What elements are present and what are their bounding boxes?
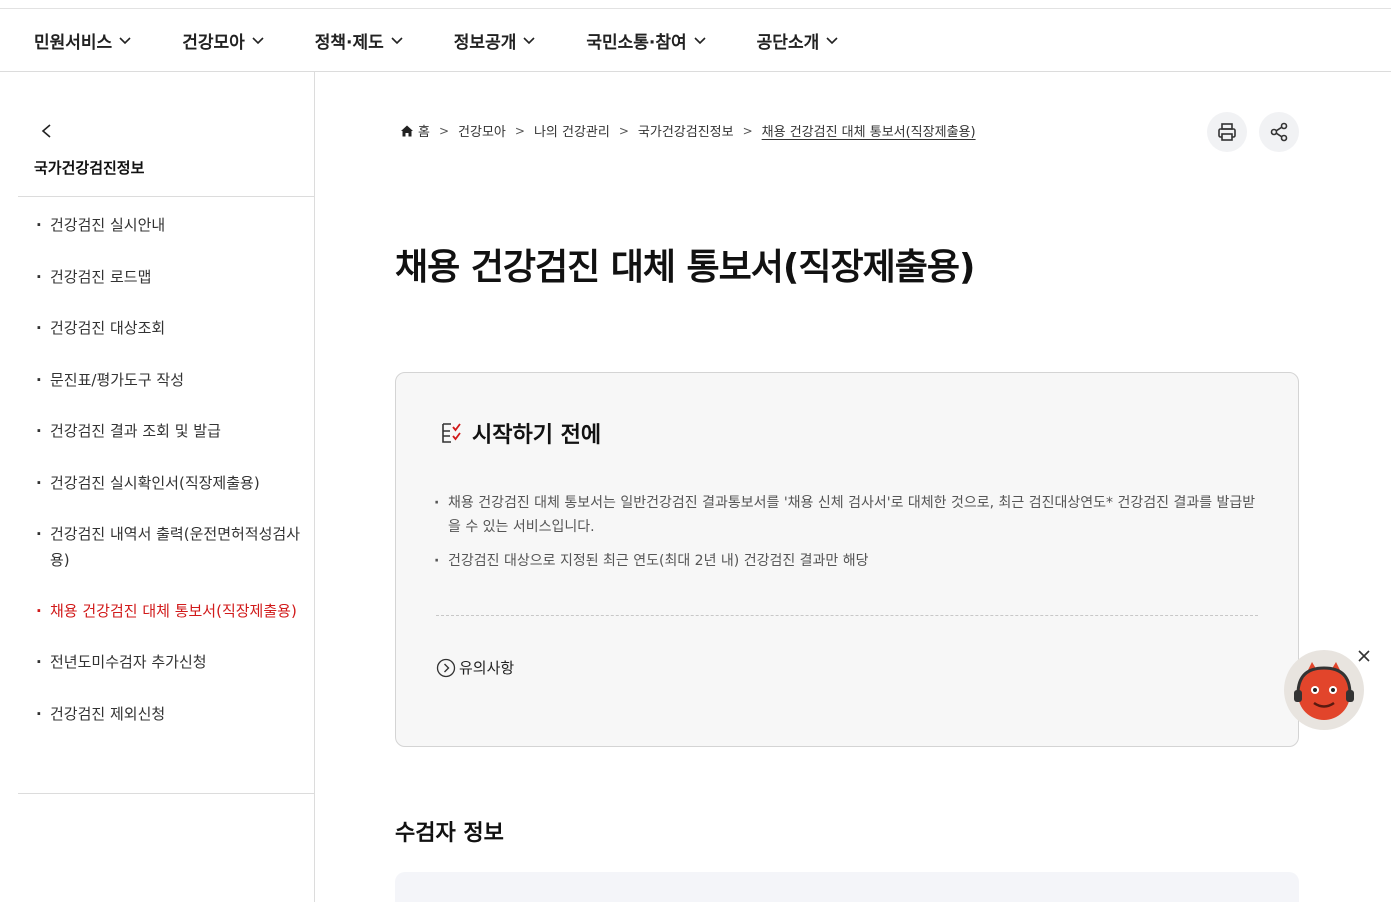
page-title: 채용 건강검진 대체 통보서(직장제출용) bbox=[395, 247, 975, 288]
breadcrumb-item[interactable]: 국가건강검진정보 bbox=[638, 121, 734, 140]
section-title: 수검자 정보 bbox=[395, 821, 504, 846]
global-nav: 민원서비스 건강모아 정책·제도 정보공개 국민소통·참여 공단소개 bbox=[0, 9, 1391, 72]
info-bullet: 건강검진 대상으로 지정된 최근 연도(최대 2년 내) 건강검진 결과만 해당 bbox=[434, 549, 1258, 573]
sidebar-item-eligibility[interactable]: 건강검진 대상조회 bbox=[34, 315, 304, 341]
breadcrumb: 홈 > 건강모아 > 나의 건강관리 > 국가건강검진정보 > 채용 건강검진 … bbox=[400, 121, 976, 140]
chevron-down-icon bbox=[391, 37, 403, 45]
chevron-down-icon bbox=[252, 37, 264, 45]
chevron-right-icon: > bbox=[618, 123, 629, 138]
sidebar-item-additional-request[interactable]: 전년도미수검자 추가신청 bbox=[34, 649, 304, 675]
sidebar-divider bbox=[18, 793, 314, 794]
sidebar-item-results[interactable]: 건강검진 결과 조회 및 발급 bbox=[34, 418, 304, 444]
sidebar-item-questionnaire[interactable]: 문진표/평가도구 작성 bbox=[34, 367, 304, 393]
checklist-icon bbox=[442, 423, 461, 443]
gnb-item-label: 건강모아 bbox=[182, 32, 245, 53]
sidebar-item-exclusion[interactable]: 건강검진 제외신청 bbox=[34, 701, 304, 727]
gnb-item-civil-service[interactable]: 민원서비스 bbox=[34, 28, 132, 53]
sidebar-menu: 건강검진 실시안내 건강검진 로드맵 건강검진 대상조회 문진표/평가도구 작성… bbox=[34, 212, 304, 727]
notice-label: 유의사항 bbox=[459, 659, 515, 677]
chevron-right-icon: > bbox=[742, 123, 753, 138]
printer-icon bbox=[1218, 123, 1236, 141]
gnb-item-label: 정책·제도 bbox=[314, 32, 384, 53]
info-box: 시작하기 전에 채용 건강검진 대체 통보서는 일반건강검진 결과통보서를 '채… bbox=[395, 372, 1299, 747]
sidebar-item-roadmap[interactable]: 건강검진 로드맵 bbox=[34, 264, 304, 290]
home-icon bbox=[401, 125, 413, 136]
share-icon bbox=[1270, 122, 1288, 142]
chevron-down-icon bbox=[694, 37, 706, 45]
chevron-down-icon bbox=[826, 37, 838, 45]
sidebar-item-confirmation[interactable]: 건강검진 실시확인서(직장제출용) bbox=[34, 470, 304, 496]
chevron-down-icon bbox=[523, 37, 535, 45]
gnb-item-label: 국민소통·참여 bbox=[586, 32, 687, 53]
gnb-item-policy[interactable]: 정책·제도 bbox=[315, 28, 404, 53]
gnb-item-health-moa[interactable]: 건강모아 bbox=[182, 28, 265, 53]
breadcrumb-home[interactable]: 홈 bbox=[418, 121, 430, 140]
info-box-title: 시작하기 전에 bbox=[472, 423, 602, 448]
chatbot-mascot-icon bbox=[1294, 662, 1354, 720]
info-bullet: 채용 건강검진 대체 통보서는 일반건강검진 결과통보서를 '채용 신체 검사서… bbox=[434, 491, 1258, 539]
notice-toggle[interactable]: 유의사항 bbox=[436, 657, 514, 678]
print-button[interactable] bbox=[1207, 112, 1247, 152]
chevron-down-icon bbox=[119, 37, 131, 45]
chatbot-button[interactable] bbox=[1284, 650, 1364, 730]
section-box bbox=[395, 872, 1299, 902]
info-list: 채용 건강검진 대체 통보서는 일반건강검진 결과통보서를 '채용 신체 검사서… bbox=[434, 491, 1258, 583]
sidebar-item-employment-notice[interactable]: 채용 건강검진 대체 통보서(직장제출용) bbox=[34, 598, 304, 624]
sidebar-item-checkup-guide[interactable]: 건강검진 실시안내 bbox=[34, 212, 304, 238]
info-box-header: 시작하기 전에 bbox=[438, 417, 601, 449]
dashed-divider bbox=[436, 615, 1258, 616]
sidebar-title: 국가건강검진정보 bbox=[34, 159, 145, 177]
gnb-item-info-disclosure[interactable]: 정보공개 bbox=[454, 28, 537, 53]
gnb-item-label: 공단소개 bbox=[756, 32, 820, 53]
gnb-item-about[interactable]: 공단소개 bbox=[757, 28, 840, 53]
sidebar-divider bbox=[18, 196, 314, 197]
breadcrumb-item[interactable]: 나의 건강관리 bbox=[534, 121, 610, 140]
back-arrow-icon[interactable] bbox=[38, 122, 56, 140]
breadcrumb-current[interactable]: 채용 건강검진 대체 통보서(직장제출용) bbox=[762, 121, 976, 140]
close-icon[interactable] bbox=[1356, 648, 1372, 664]
gnb-item-label: 민원서비스 bbox=[34, 32, 113, 53]
chevron-right-icon: > bbox=[438, 123, 450, 138]
gnb-item-label: 정보공개 bbox=[453, 32, 517, 53]
breadcrumb-item[interactable]: 건강모아 bbox=[458, 121, 506, 140]
gnb-item-communication[interactable]: 국민소통·참여 bbox=[586, 28, 706, 53]
circle-chevron-right-icon bbox=[436, 658, 456, 677]
sidebar: 국가건강검진정보 건강검진 실시안내 건강검진 로드맵 건강검진 대상조회 문진… bbox=[18, 72, 315, 902]
share-button[interactable] bbox=[1259, 112, 1299, 152]
sidebar-item-license-record[interactable]: 건강검진 내역서 출력(운전면허적성검사용) bbox=[34, 521, 304, 573]
chevron-right-icon: > bbox=[514, 123, 525, 138]
